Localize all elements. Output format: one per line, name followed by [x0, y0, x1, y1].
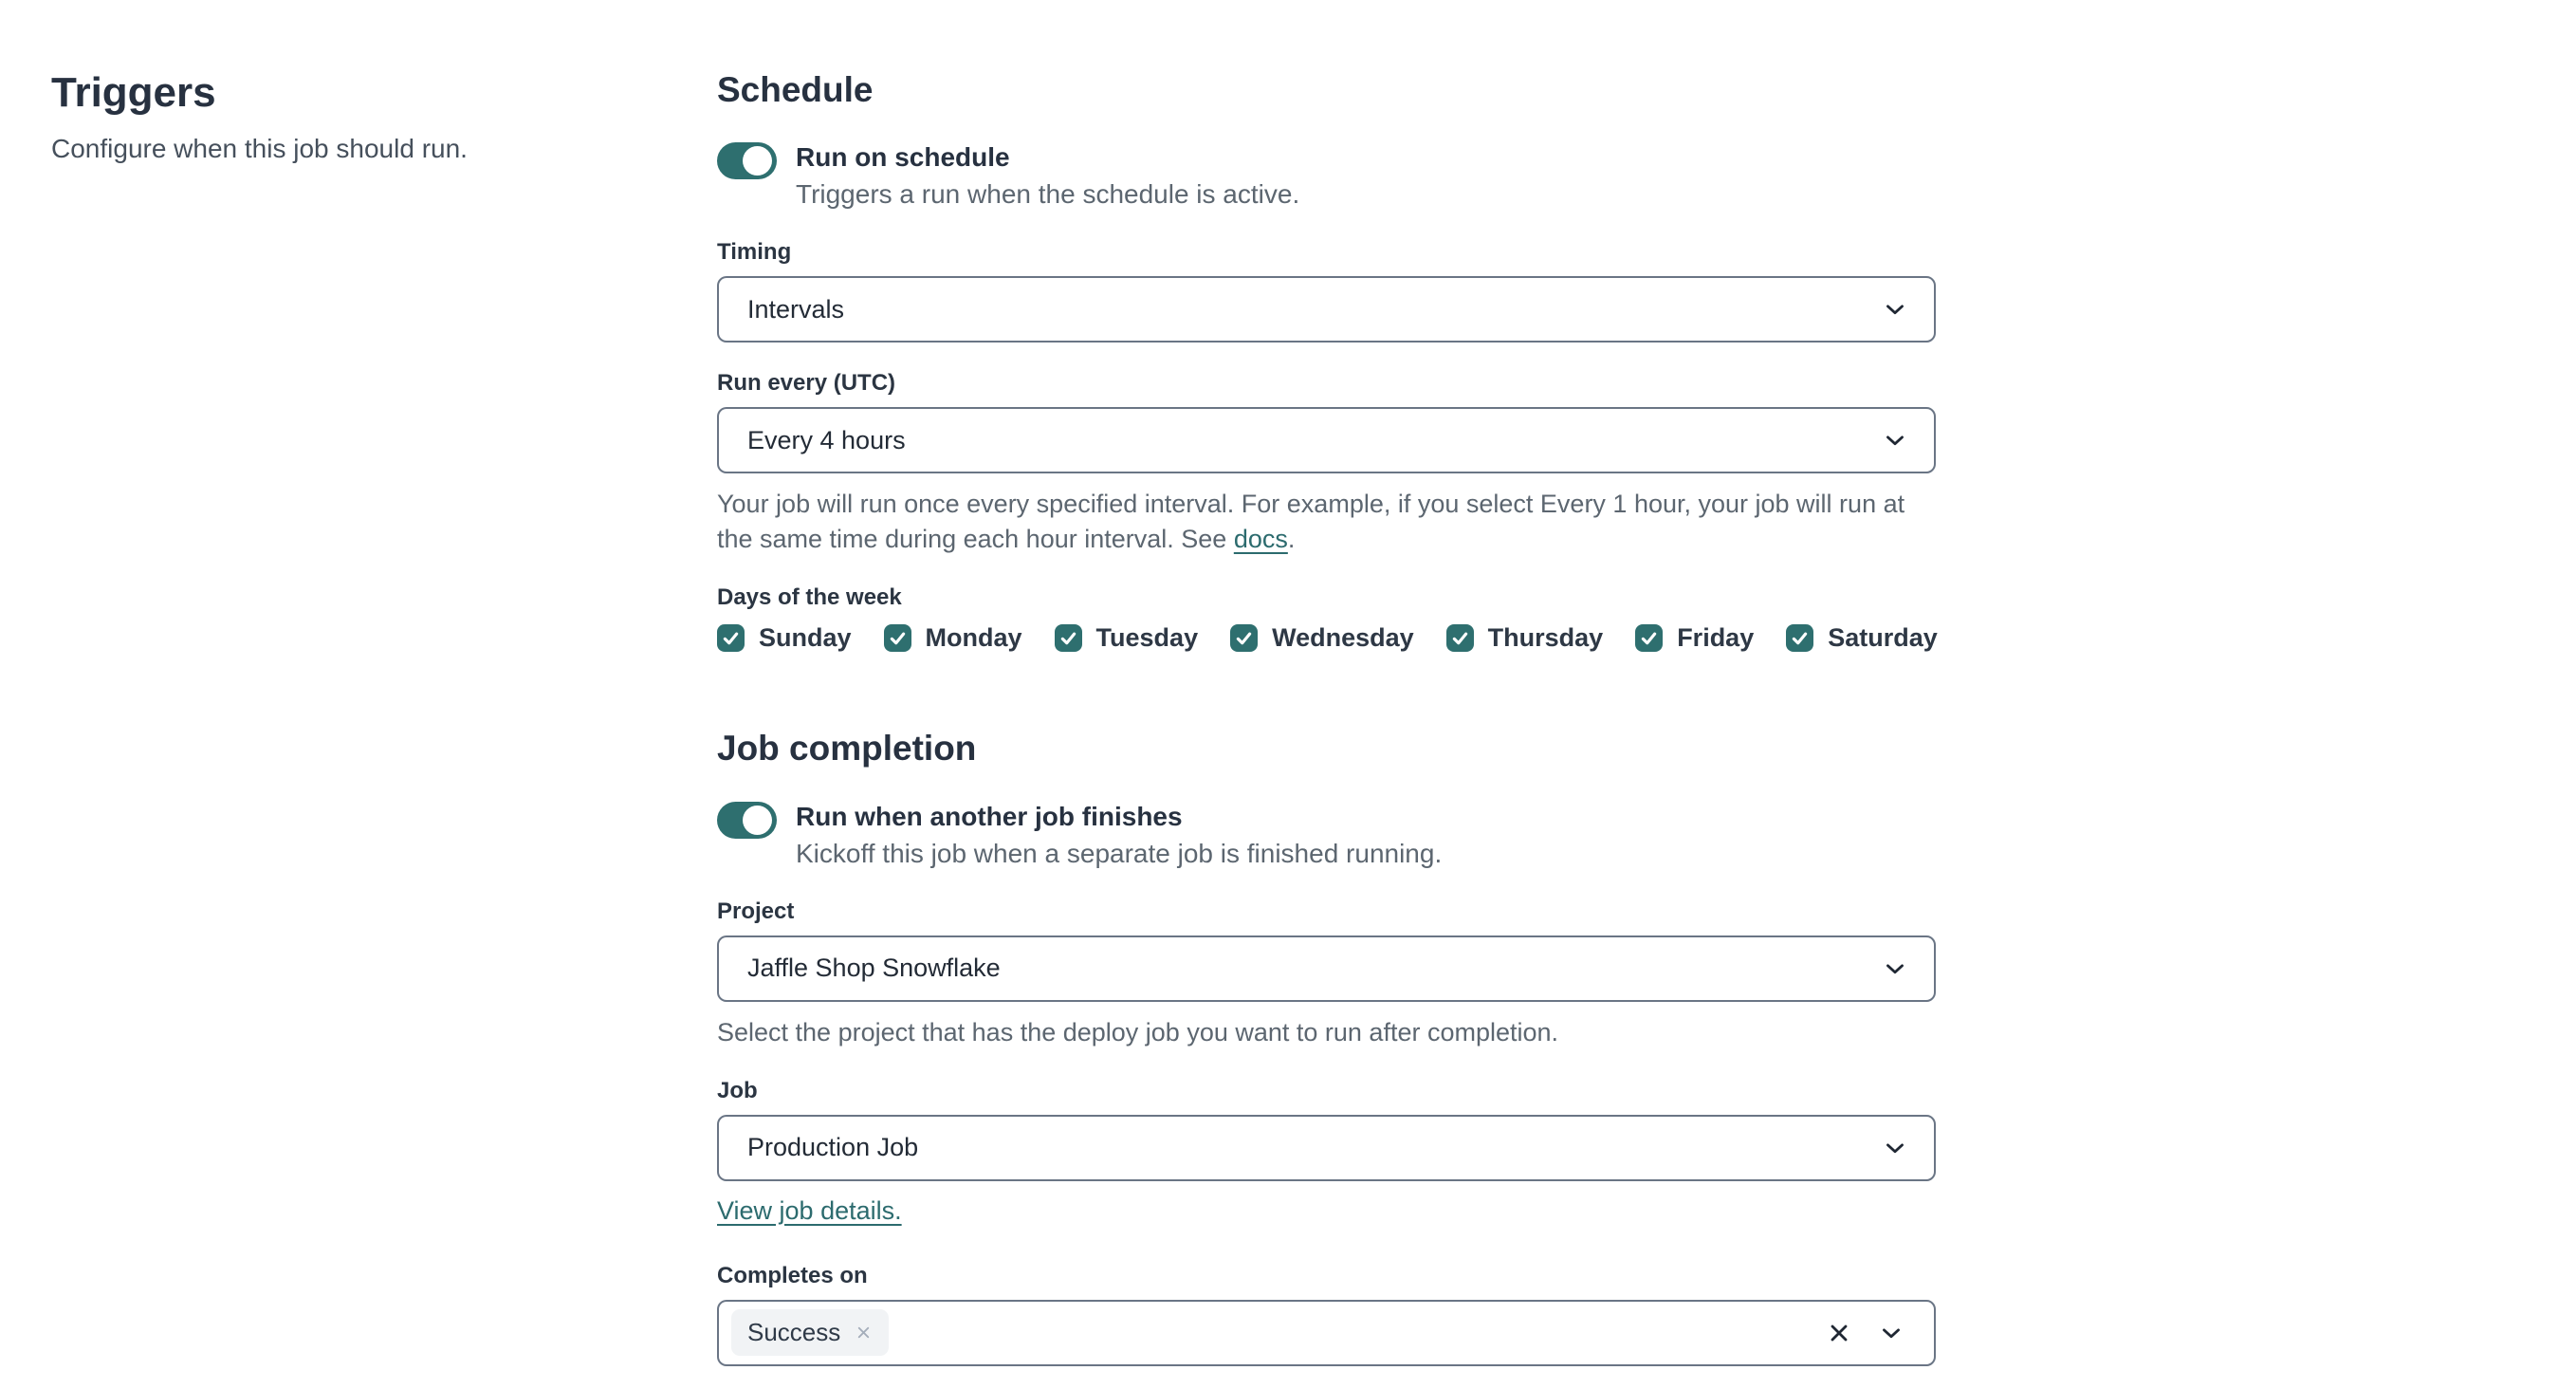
- run-every-label: Run every (UTC): [717, 370, 896, 397]
- checkbox-checked-icon: [1445, 624, 1474, 653]
- job-value: Production Job: [747, 1133, 919, 1162]
- checkbox-checked-icon: [717, 624, 745, 653]
- checkbox-checked-icon: [883, 624, 911, 653]
- completes-on-multiselect[interactable]: Success: [717, 1299, 1936, 1366]
- run-on-schedule-row: Run on schedule Triggers a run when the …: [717, 140, 1936, 212]
- day-checkbox-friday[interactable]: Friday: [1635, 623, 1754, 653]
- checkbox-checked-icon: [1230, 624, 1259, 653]
- run-every-select[interactable]: Every 4 hours: [717, 407, 1936, 474]
- completes-on-label: Completes on: [717, 1262, 868, 1288]
- days-of-week-row: Sunday Monday Tuesday Wednesday Thursday…: [717, 623, 1938, 653]
- job-select[interactable]: Production Job: [717, 1114, 1936, 1181]
- day-label: Friday: [1677, 623, 1755, 653]
- checkbox-checked-icon: [1786, 624, 1814, 653]
- checkbox-checked-icon: [1635, 624, 1664, 653]
- checkbox-checked-icon: [1054, 624, 1082, 653]
- day-checkbox-monday[interactable]: Monday: [883, 623, 1022, 653]
- chevron-down-icon: [1886, 964, 1904, 974]
- help-text: Your job will run once every specified i…: [717, 490, 1905, 554]
- chevron-down-icon: [1886, 305, 1904, 315]
- form-column: Schedule Run on schedule Triggers a run …: [717, 68, 1938, 1366]
- run-on-schedule-description: Triggers a run when the schedule is acti…: [796, 179, 1300, 210]
- project-label: Project: [717, 898, 795, 924]
- timing-select[interactable]: Intervals: [717, 276, 1936, 343]
- toggle-knob: [743, 805, 772, 835]
- toggle-text: Run on schedule Triggers a run when the …: [796, 140, 1299, 212]
- day-checkbox-tuesday[interactable]: Tuesday: [1054, 623, 1199, 653]
- days-of-week-label: Days of the week: [717, 584, 902, 611]
- run-on-schedule-toggle[interactable]: [717, 142, 777, 180]
- toggle-knob: [743, 146, 772, 176]
- day-label: Thursday: [1487, 623, 1604, 653]
- help-suffix: .: [1287, 525, 1296, 554]
- docs-link[interactable]: docs: [1234, 525, 1288, 553]
- remove-tag-icon[interactable]: [855, 1324, 873, 1342]
- day-checkbox-saturday[interactable]: Saturday: [1786, 623, 1938, 653]
- chevron-down-icon: [1886, 435, 1904, 446]
- timing-value: Intervals: [747, 294, 845, 324]
- day-label: Saturday: [1828, 623, 1938, 653]
- toggle-text: Run when another job finishes Kickoff th…: [796, 800, 1442, 871]
- completes-on-tag-success: Success: [731, 1309, 890, 1357]
- schedule-heading: Schedule: [717, 70, 874, 109]
- day-label: Tuesday: [1095, 623, 1199, 653]
- run-when-job-finishes-toggle[interactable]: [717, 801, 777, 839]
- timing-label: Timing: [717, 239, 792, 266]
- run-on-schedule-label: Run on schedule: [796, 142, 1010, 173]
- project-help: Select the project that has the deploy j…: [717, 1017, 1559, 1046]
- project-select[interactable]: Jaffle Shop Snowflake: [717, 935, 1936, 1002]
- project-value: Jaffle Shop Snowflake: [747, 954, 1001, 983]
- day-checkbox-wednesday[interactable]: Wednesday: [1230, 623, 1414, 653]
- day-label: Sunday: [759, 623, 852, 653]
- run-every-help: Your job will run once every specified i…: [717, 487, 1936, 557]
- clear-icon[interactable]: [1826, 1320, 1852, 1346]
- section-intro: Triggers Configure when this job should …: [51, 68, 639, 166]
- run-every-value: Every 4 hours: [747, 425, 906, 454]
- page-title: Triggers: [51, 69, 216, 116]
- run-when-job-finishes-row: Run when another job finishes Kickoff th…: [717, 800, 1936, 871]
- run-when-job-finishes-label: Run when another job finishes: [796, 801, 1183, 831]
- job-completion-heading: Job completion: [717, 729, 977, 769]
- day-label: Monday: [925, 623, 1022, 653]
- day-label: Wednesday: [1272, 623, 1414, 653]
- chevron-down-icon[interactable]: [1877, 1319, 1905, 1347]
- chevron-down-icon: [1886, 1143, 1904, 1154]
- day-checkbox-thursday[interactable]: Thursday: [1445, 623, 1604, 653]
- view-job-details-link[interactable]: View job details.: [717, 1196, 902, 1226]
- day-checkbox-sunday[interactable]: Sunday: [717, 623, 852, 653]
- tag-label: Success: [747, 1318, 841, 1347]
- page-description: Configure when this job should run.: [51, 133, 468, 163]
- job-label: Job: [717, 1077, 758, 1103]
- run-when-job-finishes-description: Kickoff this job when a separate job is …: [796, 838, 1443, 868]
